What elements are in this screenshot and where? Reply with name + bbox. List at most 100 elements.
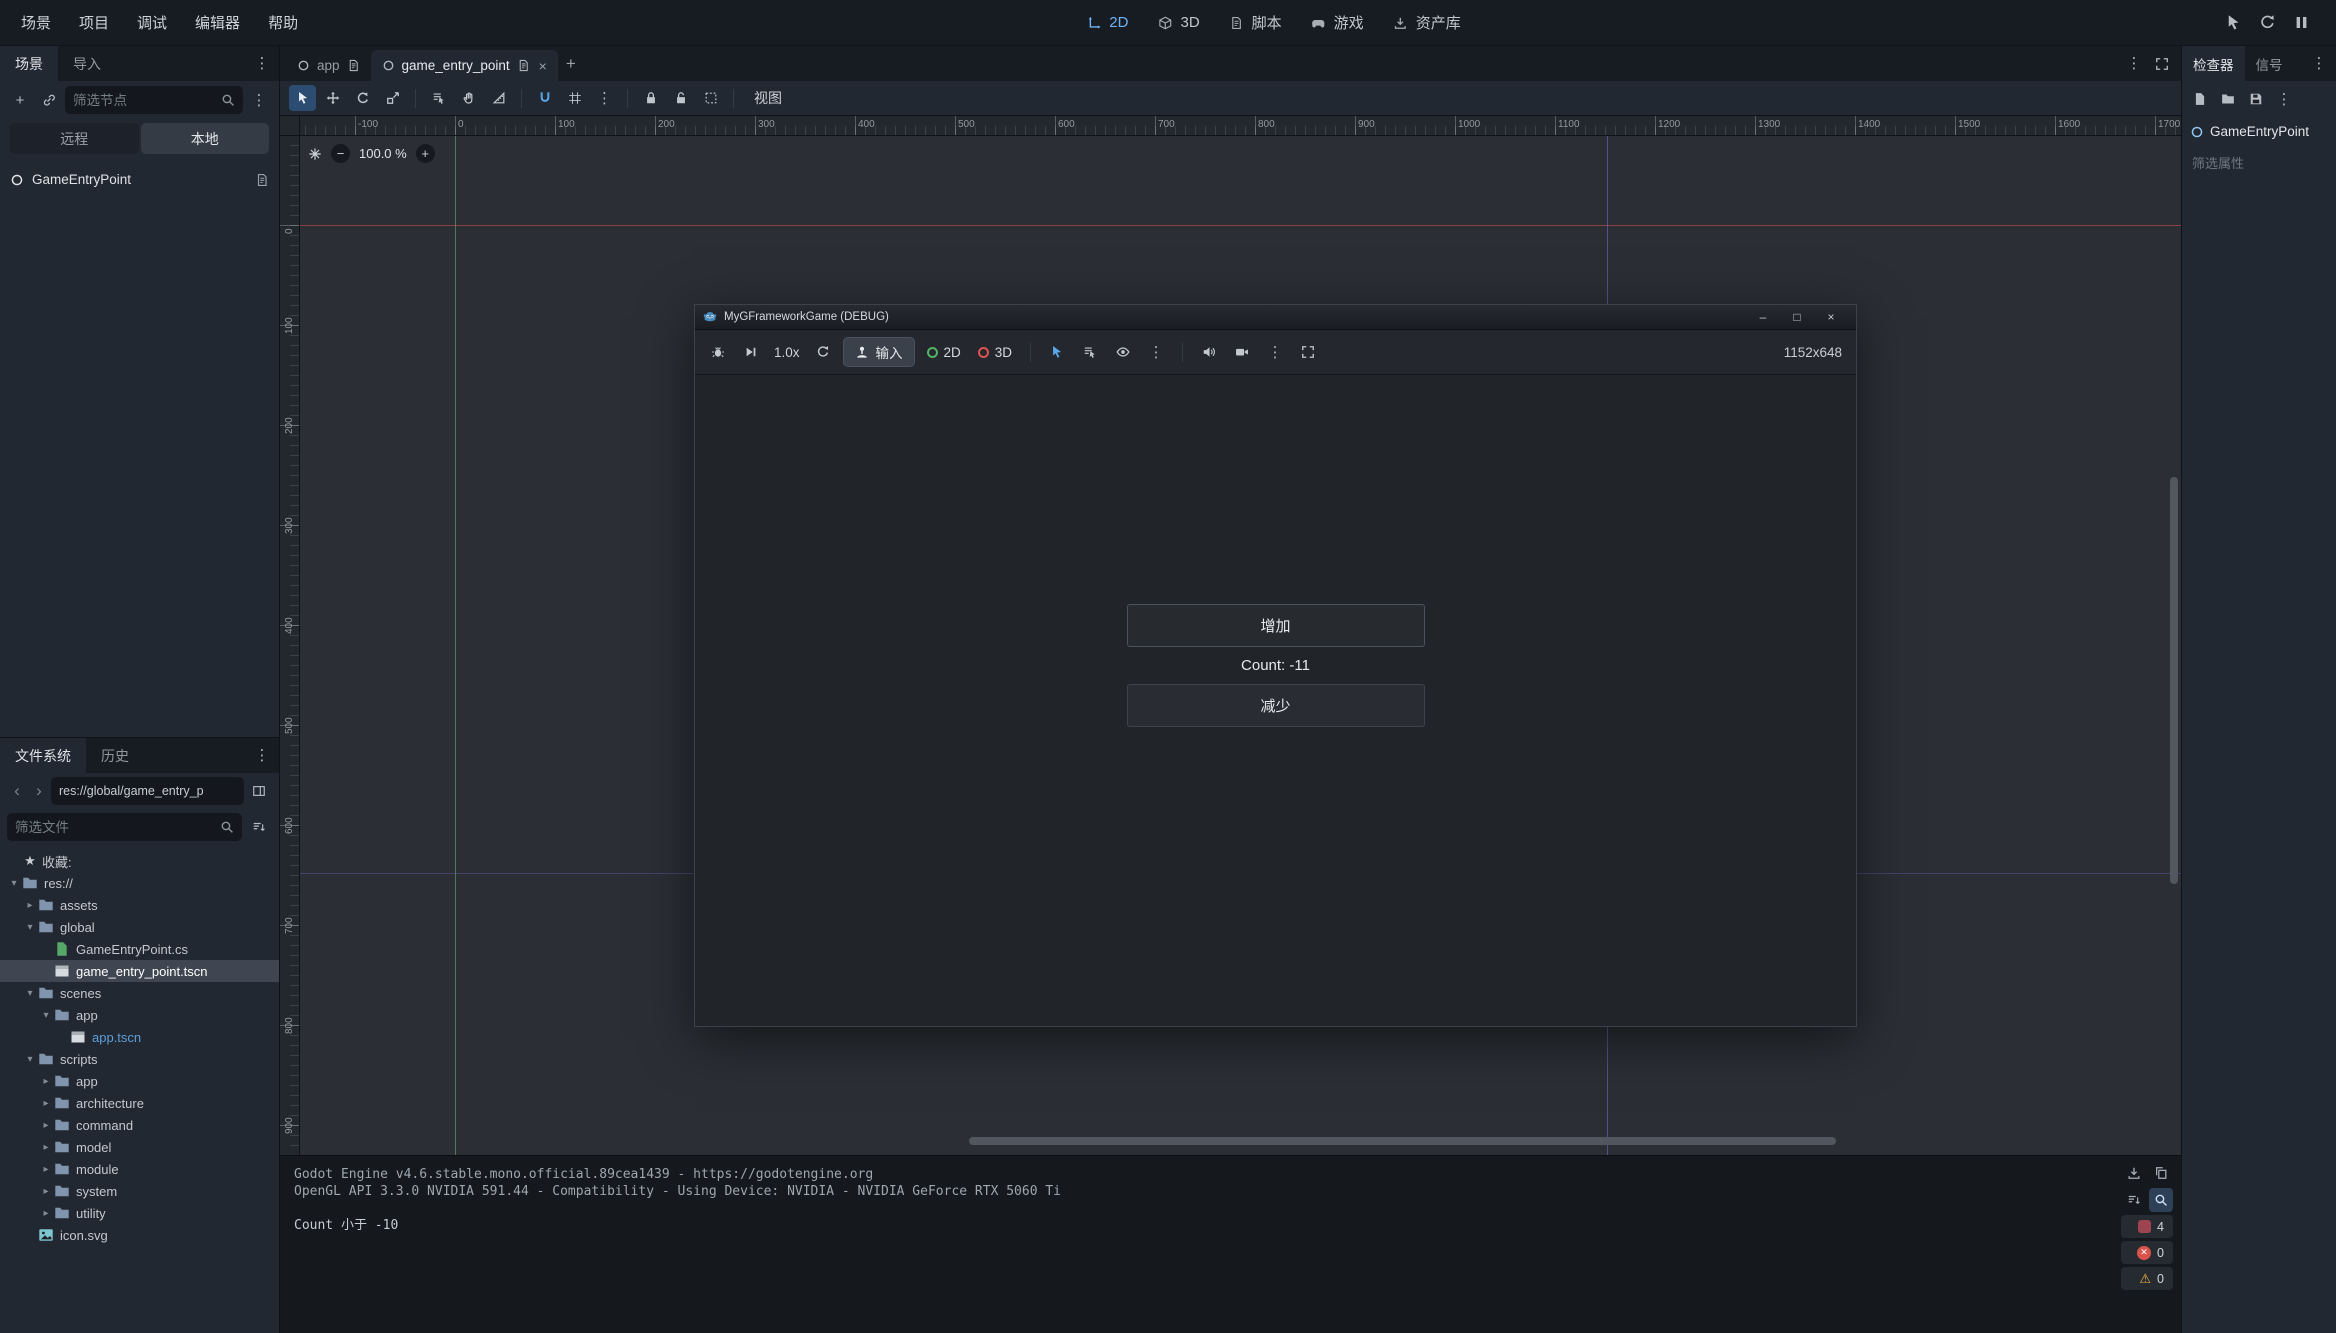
messages-count-badge[interactable]: 4: [2121, 1215, 2173, 1238]
file-tree[interactable]: ★收藏: ▾res:// ▸assets ▾global GameEntryPo…: [0, 845, 279, 1333]
file-tree-item[interactable]: ▾scripts: [0, 1048, 279, 1070]
embed-fullscreen-button[interactable]: [1295, 339, 1321, 365]
game-focus-button[interactable]: [2220, 10, 2246, 36]
file-tree-item[interactable]: ▾res://: [0, 872, 279, 894]
view-menu-button[interactable]: 视图: [743, 88, 793, 108]
inspected-node[interactable]: GameEntryPoint: [2182, 117, 2336, 143]
input-mode-button[interactable]: 输入: [843, 337, 915, 367]
expand-arrow[interactable]: ▾: [38, 1010, 54, 1021]
vertical-scrollbar[interactable]: [2170, 477, 2178, 884]
scene-tab-app[interactable]: app: [286, 50, 371, 81]
horizontal-scrollbar[interactable]: [969, 1137, 1836, 1145]
file-tree-item[interactable]: ▸module: [0, 1158, 279, 1180]
search-log-button[interactable]: [2149, 1188, 2173, 1212]
favorites-item[interactable]: ★收藏:: [0, 850, 279, 872]
dock-options-button[interactable]: ⋮: [2306, 51, 2332, 77]
scene-tree-options-button[interactable]: ⋮: [246, 87, 272, 113]
copy-log-button[interactable]: [2149, 1161, 2173, 1185]
select-tool-button[interactable]: [289, 85, 316, 111]
dock-options-button[interactable]: ⋮: [249, 743, 275, 769]
expand-arrow[interactable]: ▾: [22, 922, 38, 933]
runtime-list-select-button[interactable]: [1077, 339, 1103, 365]
workspace-game[interactable]: 游戏: [1299, 6, 1377, 39]
distraction-free-button[interactable]: [2149, 51, 2175, 77]
filter-files-input[interactable]: [15, 820, 214, 835]
expand-arrow[interactable]: ▸: [22, 900, 38, 911]
nav-back-button[interactable]: ‹: [7, 781, 27, 801]
new-scene-tab-button[interactable]: +: [558, 51, 584, 77]
runtime-select-tool-button[interactable]: [1044, 339, 1070, 365]
debug-3d-button[interactable]: 3D: [973, 337, 1017, 367]
zoom-out-button[interactable]: −: [331, 144, 350, 163]
increase-button[interactable]: 增加: [1127, 604, 1425, 647]
file-tree-item[interactable]: ▸assets: [0, 894, 279, 916]
selection-options-button[interactable]: ⋮: [1143, 339, 1169, 365]
workspace-2d[interactable]: 2D: [1074, 8, 1141, 37]
grid-snap-button[interactable]: [561, 85, 588, 111]
file-tree-item[interactable]: ▸architecture: [0, 1092, 279, 1114]
collapse-duplicates-button[interactable]: [2122, 1188, 2146, 1212]
smart-snap-button[interactable]: [531, 85, 558, 111]
current-path-input[interactable]: [51, 777, 244, 805]
tab-import[interactable]: 导入: [58, 46, 116, 81]
file-tree-item[interactable]: ▾global: [0, 916, 279, 938]
tab-filesystem[interactable]: 文件系统: [0, 738, 86, 773]
expand-arrow[interactable]: ▾: [22, 1054, 38, 1065]
pan-tool-button[interactable]: [455, 85, 482, 111]
close-tab-icon[interactable]: ×: [539, 58, 547, 74]
expand-arrow[interactable]: ▸: [38, 1142, 54, 1153]
zoom-level[interactable]: 100.0 %: [359, 146, 407, 161]
list-select-tool-button[interactable]: [425, 85, 452, 111]
dock-options-button[interactable]: ⋮: [249, 51, 275, 77]
center-view-icon[interactable]: [308, 147, 322, 161]
expand-arrow[interactable]: ▸: [38, 1098, 54, 1109]
next-frame-button[interactable]: [738, 339, 764, 365]
file-tree-item[interactable]: app.tscn: [0, 1026, 279, 1048]
workspace-assetlib[interactable]: 资产库: [1381, 6, 1474, 39]
file-tree-item[interactable]: ▾scenes: [0, 982, 279, 1004]
menu-scene[interactable]: 场景: [8, 6, 64, 39]
file-tree-item[interactable]: ▸app: [0, 1070, 279, 1092]
filter-properties-label[interactable]: 筛选属性: [2182, 143, 2336, 182]
inspector-options-button[interactable]: ⋮: [2271, 86, 2297, 112]
debug-options-button[interactable]: [705, 339, 731, 365]
expand-arrow[interactable]: ▾: [22, 988, 38, 999]
camera-override-button[interactable]: [1229, 339, 1255, 365]
save-log-button[interactable]: [2122, 1161, 2146, 1185]
sort-files-button[interactable]: [246, 814, 272, 840]
nav-forward-button[interactable]: ›: [29, 781, 49, 801]
camera-options-button[interactable]: ⋮: [1262, 339, 1288, 365]
minimize-button[interactable]: –: [1746, 306, 1780, 329]
add-node-button[interactable]: +: [7, 87, 33, 113]
ruler-tool-button[interactable]: [485, 85, 512, 111]
file-tree-item[interactable]: ▸utility: [0, 1202, 279, 1224]
workspace-3d[interactable]: 3D: [1145, 8, 1212, 37]
file-tree-item[interactable]: ▸model: [0, 1136, 279, 1158]
filter-nodes-input[interactable]: [73, 93, 215, 108]
expand-arrow[interactable]: ▾: [6, 878, 22, 889]
debug-2d-button[interactable]: 2D: [922, 337, 966, 367]
game-window-titlebar[interactable]: MyGFrameworkGame (DEBUG) – □ ×: [695, 305, 1856, 330]
file-tree-item[interactable]: ▸command: [0, 1114, 279, 1136]
save-resource-button[interactable]: [2243, 86, 2269, 112]
open-script-button[interactable]: [255, 173, 269, 187]
scene-tree-node-root[interactable]: GameEntryPoint: [0, 165, 279, 194]
warnings-count-badge[interactable]: ⚠ 0: [2121, 1267, 2173, 1290]
tab-scene[interactable]: 场景: [0, 46, 58, 81]
zoom-in-button[interactable]: +: [416, 144, 435, 163]
file-tree-item[interactable]: icon.svg: [0, 1224, 279, 1246]
group-button[interactable]: [697, 85, 724, 111]
expand-arrow[interactable]: ▸: [38, 1208, 54, 1219]
instance-scene-button[interactable]: [36, 87, 62, 113]
maximize-button[interactable]: □: [1780, 306, 1814, 329]
menu-help[interactable]: 帮助: [255, 6, 311, 39]
toggle-visibility-button[interactable]: [1110, 339, 1136, 365]
menu-editor[interactable]: 编辑器: [182, 6, 253, 39]
local-button[interactable]: 本地: [141, 123, 270, 154]
menu-debug[interactable]: 调试: [124, 6, 180, 39]
rotate-tool-button[interactable]: [349, 85, 376, 111]
close-button[interactable]: ×: [1814, 306, 1848, 329]
expand-arrow[interactable]: ▸: [38, 1120, 54, 1131]
file-tree-item[interactable]: ▾app: [0, 1004, 279, 1026]
workspace-script[interactable]: 脚本: [1217, 6, 1295, 39]
